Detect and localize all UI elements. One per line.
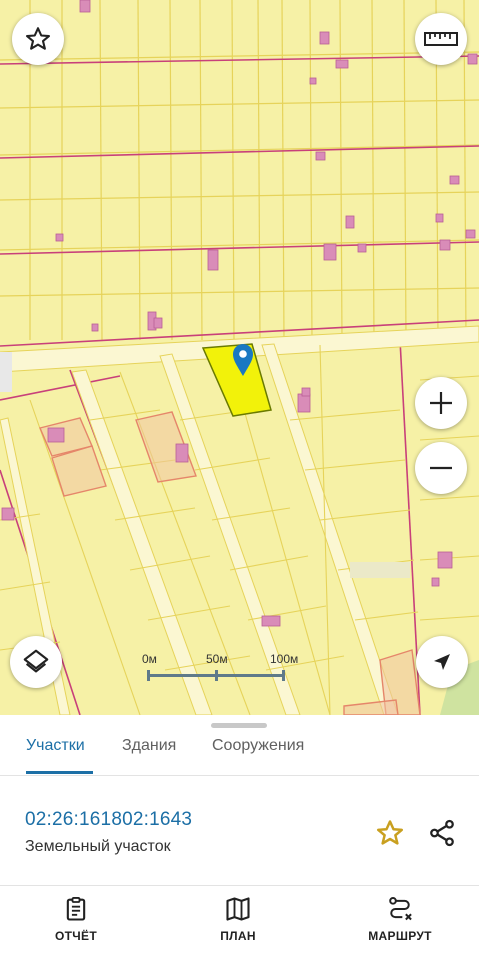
zoom-in-button[interactable] xyxy=(415,377,467,429)
tab-bar: Участки Здания Сооружения xyxy=(0,733,479,775)
map-icon xyxy=(226,897,250,921)
clipboard-icon xyxy=(66,896,86,921)
plus-icon xyxy=(430,392,452,414)
active-tab-indicator xyxy=(26,771,93,774)
tab-parcels[interactable]: Участки xyxy=(26,733,85,775)
favorite-map-button[interactable] xyxy=(12,13,64,65)
nav-route[interactable]: МАРШРУТ xyxy=(345,893,455,953)
ruler-icon xyxy=(424,32,458,46)
scale-label-50: 50м xyxy=(206,652,228,666)
nav-report-label: ОТЧЁТ xyxy=(55,929,97,943)
layers-icon xyxy=(23,649,49,673)
star-outline-icon xyxy=(25,27,51,50)
nav-route-label: МАРШРУТ xyxy=(368,929,432,943)
favorite-parcel-button[interactable] xyxy=(372,815,408,851)
share-button[interactable] xyxy=(424,815,460,851)
scale-label-0: 0м xyxy=(142,652,157,666)
share-icon xyxy=(430,819,454,847)
ruler-button[interactable] xyxy=(415,13,467,65)
sheet-drag-handle[interactable] xyxy=(211,723,267,728)
content-divider xyxy=(0,885,479,886)
nav-report[interactable]: ОТЧЁТ xyxy=(21,893,131,953)
bottom-sheet: Участки Здания Сооружения 02:26:161802:1… xyxy=(0,715,479,960)
scale-bar: 0м 50м 100м xyxy=(136,652,299,692)
zoom-out-button[interactable] xyxy=(415,442,467,494)
parcel-type: Земельный участок xyxy=(25,838,171,855)
map-canvas[interactable] xyxy=(0,0,479,715)
map-view[interactable]: 0м 50м 100м xyxy=(0,0,479,715)
locate-button[interactable] xyxy=(416,636,468,688)
scale-tick xyxy=(147,670,150,681)
minus-icon xyxy=(430,466,452,470)
scale-tick xyxy=(282,670,285,681)
nav-plan-label: ПЛАН xyxy=(220,929,256,943)
cadastral-number[interactable]: 02:26:161802:1643 xyxy=(25,809,192,831)
nav-plan[interactable]: ПЛАН xyxy=(183,893,293,953)
navigation-arrow-icon xyxy=(434,654,450,670)
scale-tick xyxy=(215,670,218,681)
tab-structures[interactable]: Сооружения xyxy=(212,733,304,775)
route-icon xyxy=(389,897,412,921)
layers-button[interactable] xyxy=(10,636,62,688)
scale-label-100: 100м xyxy=(270,652,299,666)
tab-buildings[interactable]: Здания xyxy=(122,733,176,775)
star-outline-icon xyxy=(377,820,403,845)
tabs-divider xyxy=(0,775,479,776)
